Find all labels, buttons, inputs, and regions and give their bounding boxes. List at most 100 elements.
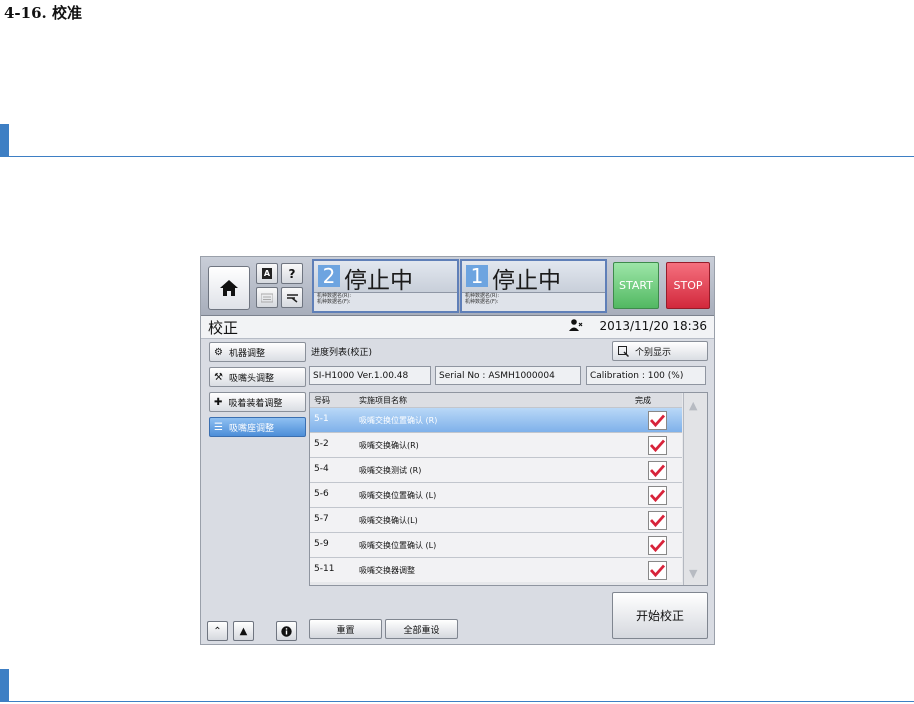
- status-panel-1: 1 停止中 机种数据名(R): 机种数据名(F):: [460, 259, 607, 313]
- double-chevron-up-icon: ⌃: [213, 625, 222, 637]
- sidebar-item-label: 机器调整: [228, 348, 265, 359]
- model-data-f: 机种数据名(F):: [465, 299, 499, 305]
- pickup-icon: ✚: [214, 396, 223, 408]
- sidebar-item-label: 吸嘴头调整: [228, 373, 274, 384]
- table-row[interactable]: 5-2 吸嘴交换确认(R): [310, 432, 682, 457]
- row-name: 吸嘴交换确认(L): [359, 516, 418, 525]
- section-divider-top: [0, 124, 914, 157]
- row-name: 吸嘴交换位置确认 (R): [359, 416, 438, 425]
- nozzle-station-icon: ☰: [214, 421, 223, 433]
- sidebar-item-nozzle-station-adjust[interactable]: ☰ 吸嘴座调整: [209, 417, 306, 437]
- row-code: 5-4: [314, 464, 329, 474]
- row-name: 吸嘴交换位置确认 (L): [359, 541, 437, 550]
- checkmark-icon: [650, 414, 665, 427]
- done-checkbox[interactable]: [648, 436, 667, 455]
- start-calibration-button[interactable]: 开始校正: [612, 592, 708, 639]
- individual-display-label: 个别显示: [635, 347, 672, 358]
- column-name: 实施项目名称: [359, 396, 407, 405]
- magnifier-icon: [618, 345, 629, 357]
- row-code: 5-7: [314, 514, 329, 524]
- scroll-down-icon[interactable]: ▼: [689, 567, 697, 580]
- row-code: 5-1: [314, 414, 329, 424]
- table-row[interactable]: 5-11 吸嘴交换器调整: [310, 557, 682, 582]
- sidebar-item-head-adjust[interactable]: ⚒ 吸嘴头调整: [209, 367, 306, 387]
- gear-icon: ⚙: [214, 346, 223, 358]
- table-row[interactable]: 5-1 吸嘴交换位置确认 (R): [310, 407, 682, 432]
- sidebar-item-pickup-adjust[interactable]: ✚ 吸着装着调整: [209, 392, 306, 412]
- section-accent: [0, 124, 9, 157]
- tool-button[interactable]: [281, 287, 303, 308]
- row-name: 吸嘴交换器调整: [359, 566, 415, 575]
- nozzle-tool-icon: [286, 294, 298, 303]
- table-scrollbar[interactable]: ▲ ▼: [683, 393, 707, 585]
- keyboard-button[interactable]: [256, 287, 278, 308]
- help-icon: ?: [288, 266, 296, 281]
- warning-button[interactable]: ▲: [233, 621, 254, 641]
- reset-all-button[interactable]: 全部重设: [385, 619, 458, 639]
- table-row[interactable]: 5-7 吸嘴交换确认(L): [310, 507, 682, 532]
- column-done: 完成: [635, 396, 651, 405]
- datetime: 2013/11/20 18:36: [599, 319, 707, 333]
- help-button[interactable]: ?: [281, 263, 303, 284]
- row-code: 5-11: [314, 564, 335, 574]
- sidebar-item-label: 吸着装着调整: [228, 398, 283, 409]
- row-code: 5-2: [314, 439, 329, 449]
- section-divider-bottom: [0, 669, 914, 702]
- done-checkbox[interactable]: [648, 461, 667, 480]
- section-rule: [9, 701, 914, 702]
- status-sub-info: 机种数据名(R): 机种数据名(F):: [314, 292, 457, 311]
- table-row[interactable]: 5-4 吸嘴交换测试 (R): [310, 457, 682, 482]
- section-accent: [0, 669, 9, 702]
- serial-field: Serial No : ASMH1000004: [435, 366, 581, 385]
- checkmark-icon: [650, 464, 665, 477]
- warning-icon: ▲: [239, 625, 248, 637]
- home-icon: [220, 280, 238, 296]
- language-button[interactable]: A: [256, 263, 278, 284]
- row-code: 5-9: [314, 539, 329, 549]
- document-heading: 4-16. 校准: [4, 4, 82, 22]
- sidebar-item-machine-adjust[interactable]: ⚙ 机器调整: [209, 342, 306, 362]
- checkmark-icon: [650, 514, 665, 527]
- status-panel-2: 2 停止中 机种数据名(R): 机种数据名(F):: [312, 259, 459, 313]
- progress-list-label: 进度列表(校正): [311, 348, 373, 358]
- table-row[interactable]: 5-6 吸嘴交换位置确认 (L): [310, 482, 682, 507]
- checkmark-icon: [650, 564, 665, 577]
- calibration-field: Calibration : 100 (%): [586, 366, 706, 385]
- row-name: 吸嘴交换位置确认 (L): [359, 491, 437, 500]
- user-icon: [569, 319, 583, 331]
- start-button[interactable]: START: [613, 262, 659, 309]
- scroll-up-icon[interactable]: ▲: [689, 399, 697, 412]
- checkmark-icon: [650, 439, 665, 452]
- reset-button[interactable]: 重置: [309, 619, 382, 639]
- row-code: 5-6: [314, 489, 329, 499]
- row-name: 吸嘴交换测试 (R): [359, 466, 422, 475]
- table-header: 号码 实施项目名称 完成: [310, 393, 682, 407]
- section-rule: [9, 156, 914, 157]
- individual-display-button[interactable]: 个别显示: [612, 341, 708, 361]
- keyboard-icon: [261, 293, 273, 302]
- status-number: 2: [318, 264, 340, 288]
- checkmark-icon: [650, 539, 665, 552]
- checkmark-icon: [650, 489, 665, 502]
- model-data-f: 机种数据名(F):: [317, 299, 351, 305]
- home-button[interactable]: [208, 266, 250, 310]
- language-icon: A: [262, 268, 272, 279]
- head-icon: ⚒: [214, 371, 223, 383]
- done-checkbox[interactable]: [648, 561, 667, 580]
- collapse-button[interactable]: ⌃: [207, 621, 228, 641]
- version-field: SI-H1000 Ver.1.00.48: [309, 366, 431, 385]
- status-sub-info: 机种数据名(R): 机种数据名(F):: [462, 292, 605, 311]
- page-title: 校正: [208, 319, 239, 337]
- done-checkbox[interactable]: [648, 411, 667, 430]
- done-checkbox[interactable]: [648, 536, 667, 555]
- table-row[interactable]: 5-9 吸嘴交换位置确认 (L): [310, 532, 682, 557]
- stop-button[interactable]: STOP: [666, 262, 710, 309]
- info-button[interactable]: [276, 621, 297, 641]
- column-code: 号码: [314, 396, 330, 405]
- calibration-table: 号码 实施项目名称 完成 5-1 吸嘴交换位置确认 (R) 5-2 吸嘴交换确认(R)…: [309, 392, 708, 586]
- status-text: 停止中: [344, 268, 413, 294]
- done-checkbox[interactable]: [648, 486, 667, 505]
- done-checkbox[interactable]: [648, 511, 667, 530]
- machine-screen: A ? 2 停止中 机种数据名(R): 机种数据名(F): 1 停止中 机种数据…: [200, 256, 715, 645]
- top-bar: A ? 2 停止中 机种数据名(R): 机种数据名(F): 1 停止中 机种数据…: [201, 257, 714, 316]
